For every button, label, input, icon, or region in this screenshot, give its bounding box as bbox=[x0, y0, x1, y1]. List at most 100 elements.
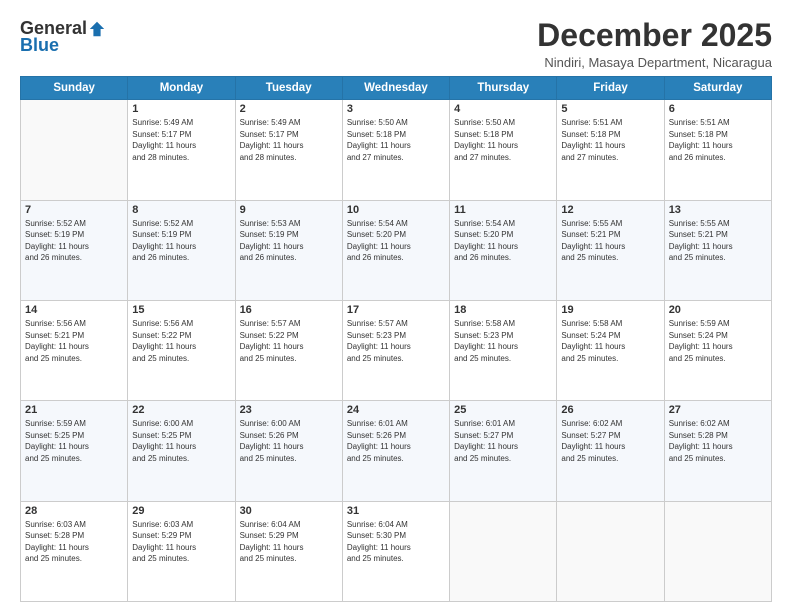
calendar-cell: 19Sunrise: 5:58 AMSunset: 5:24 PMDayligh… bbox=[557, 300, 664, 400]
day-header-saturday: Saturday bbox=[664, 77, 771, 100]
sun-info: Sunrise: 6:02 AMSunset: 5:27 PMDaylight:… bbox=[561, 418, 659, 464]
day-number: 5 bbox=[561, 103, 659, 115]
sun-info: Sunrise: 6:03 AMSunset: 5:29 PMDaylight:… bbox=[132, 519, 230, 565]
header: General Blue December 2025 Nindiri, Masa… bbox=[20, 18, 772, 70]
sun-info: Sunrise: 6:01 AMSunset: 5:26 PMDaylight:… bbox=[347, 418, 445, 464]
calendar: SundayMondayTuesdayWednesdayThursdayFrid… bbox=[20, 76, 772, 602]
day-number: 30 bbox=[240, 505, 338, 517]
page: General Blue December 2025 Nindiri, Masa… bbox=[0, 0, 792, 612]
calendar-cell: 9Sunrise: 5:53 AMSunset: 5:19 PMDaylight… bbox=[235, 200, 342, 300]
sun-info: Sunrise: 5:52 AMSunset: 5:19 PMDaylight:… bbox=[25, 218, 123, 264]
calendar-cell bbox=[664, 501, 771, 601]
calendar-cell: 8 Sunrise: 5:52 AMSunset: 5:19 PMDaylight… bbox=[128, 200, 235, 300]
sun-info: Sunrise: 5:51 AMSunset: 5:18 PMDaylight:… bbox=[669, 117, 767, 163]
sun-info: Sunrise: 5:51 AMSunset: 5:18 PMDaylight:… bbox=[561, 117, 659, 163]
day-number: 4 bbox=[454, 103, 552, 115]
calendar-cell: 26 Sunrise: 6:02 AMSunset: 5:27 PMDayligh… bbox=[557, 401, 664, 501]
calendar-header-row: SundayMondayTuesdayWednesdayThursdayFrid… bbox=[21, 77, 772, 100]
day-header-thursday: Thursday bbox=[450, 77, 557, 100]
calendar-cell: 3 Sunrise: 5:50 AMSunset: 5:18 PMDaylight… bbox=[342, 100, 449, 200]
calendar-cell: 20 Sunrise: 5:59 AMSunset: 5:24 PMDayligh… bbox=[664, 300, 771, 400]
sun-info: Sunrise: 5:57 AMSunset: 5:22 PMDaylight:… bbox=[240, 318, 338, 364]
day-header-sunday: Sunday bbox=[21, 77, 128, 100]
day-number: 26 bbox=[561, 404, 659, 416]
day-number: 13 bbox=[669, 204, 767, 216]
month-year: December 2025 bbox=[537, 18, 772, 53]
calendar-cell: 13Sunrise: 5:55 AMSunset: 5:21 PMDayligh… bbox=[664, 200, 771, 300]
sun-info: Sunrise: 6:00 AMSunset: 5:25 PMDaylight:… bbox=[132, 418, 230, 464]
calendar-cell: 6 Sunrise: 5:51 AMSunset: 5:18 PMDaylight… bbox=[664, 100, 771, 200]
sun-info: Sunrise: 5:52 AMSunset: 5:19 PMDaylight:… bbox=[132, 218, 230, 264]
calendar-week-1: 1 Sunrise: 5:49 AMSunset: 5:17 PMDaylight… bbox=[21, 100, 772, 200]
day-number: 27 bbox=[669, 404, 767, 416]
calendar-cell: 22 Sunrise: 6:00 AMSunset: 5:25 PMDayligh… bbox=[128, 401, 235, 501]
sun-info: Sunrise: 5:59 AMSunset: 5:25 PMDaylight:… bbox=[25, 418, 123, 464]
calendar-cell: 1 Sunrise: 5:49 AMSunset: 5:17 PMDaylight… bbox=[128, 100, 235, 200]
sun-info: Sunrise: 5:56 AMSunset: 5:22 PMDaylight:… bbox=[132, 318, 230, 364]
calendar-cell: 29 Sunrise: 6:03 AMSunset: 5:29 PMDayligh… bbox=[128, 501, 235, 601]
day-header-wednesday: Wednesday bbox=[342, 77, 449, 100]
sun-info: Sunrise: 6:03 AMSunset: 5:28 PMDaylight:… bbox=[25, 519, 123, 565]
day-number: 22 bbox=[132, 404, 230, 416]
day-number: 21 bbox=[25, 404, 123, 416]
day-number: 28 bbox=[25, 505, 123, 517]
calendar-week-3: 14 Sunrise: 5:56 AMSunset: 5:21 PMDayligh… bbox=[21, 300, 772, 400]
calendar-week-5: 28 Sunrise: 6:03 AMSunset: 5:28 PMDayligh… bbox=[21, 501, 772, 601]
day-number: 6 bbox=[669, 103, 767, 115]
day-number: 2 bbox=[240, 103, 338, 115]
day-number: 8 bbox=[132, 204, 230, 216]
calendar-cell: 7 Sunrise: 5:52 AMSunset: 5:19 PMDaylight… bbox=[21, 200, 128, 300]
calendar-cell bbox=[450, 501, 557, 601]
sun-info: Sunrise: 6:02 AMSunset: 5:28 PMDaylight:… bbox=[669, 418, 767, 464]
calendar-cell: 25 Sunrise: 6:01 AMSunset: 5:27 PMDayligh… bbox=[450, 401, 557, 501]
calendar-cell: 14 Sunrise: 5:56 AMSunset: 5:21 PMDayligh… bbox=[21, 300, 128, 400]
calendar-week-2: 7 Sunrise: 5:52 AMSunset: 5:19 PMDaylight… bbox=[21, 200, 772, 300]
day-header-monday: Monday bbox=[128, 77, 235, 100]
day-number: 1 bbox=[132, 103, 230, 115]
day-number: 12 bbox=[561, 204, 659, 216]
sun-info: Sunrise: 5:54 AMSunset: 5:20 PMDaylight:… bbox=[347, 218, 445, 264]
calendar-cell: 18Sunrise: 5:58 AMSunset: 5:23 PMDayligh… bbox=[450, 300, 557, 400]
sun-info: Sunrise: 5:55 AMSunset: 5:21 PMDaylight:… bbox=[561, 218, 659, 264]
sun-info: Sunrise: 6:00 AMSunset: 5:26 PMDaylight:… bbox=[240, 418, 338, 464]
calendar-cell: 11Sunrise: 5:54 AMSunset: 5:20 PMDayligh… bbox=[450, 200, 557, 300]
location: Nindiri, Masaya Department, Nicaragua bbox=[537, 55, 772, 70]
calendar-cell: 17Sunrise: 5:57 AMSunset: 5:23 PMDayligh… bbox=[342, 300, 449, 400]
sun-info: Sunrise: 6:01 AMSunset: 5:27 PMDaylight:… bbox=[454, 418, 552, 464]
day-header-tuesday: Tuesday bbox=[235, 77, 342, 100]
day-number: 14 bbox=[25, 304, 123, 316]
sun-info: Sunrise: 5:59 AMSunset: 5:24 PMDaylight:… bbox=[669, 318, 767, 364]
day-header-friday: Friday bbox=[557, 77, 664, 100]
calendar-cell: 21 Sunrise: 5:59 AMSunset: 5:25 PMDayligh… bbox=[21, 401, 128, 501]
calendar-cell: 15Sunrise: 5:56 AMSunset: 5:22 PMDayligh… bbox=[128, 300, 235, 400]
day-number: 25 bbox=[454, 404, 552, 416]
calendar-cell bbox=[557, 501, 664, 601]
logo-blue: Blue bbox=[20, 35, 59, 56]
day-number: 31 bbox=[347, 505, 445, 517]
calendar-cell: 10Sunrise: 5:54 AMSunset: 5:20 PMDayligh… bbox=[342, 200, 449, 300]
calendar-cell: 2Sunrise: 5:49 AMSunset: 5:17 PMDaylight… bbox=[235, 100, 342, 200]
logo-icon bbox=[88, 20, 106, 38]
sun-info: Sunrise: 5:50 AMSunset: 5:18 PMDaylight:… bbox=[454, 117, 552, 163]
calendar-cell: 24Sunrise: 6:01 AMSunset: 5:26 PMDayligh… bbox=[342, 401, 449, 501]
calendar-cell: 5 Sunrise: 5:51 AMSunset: 5:18 PMDaylight… bbox=[557, 100, 664, 200]
day-number: 7 bbox=[25, 204, 123, 216]
day-number: 29 bbox=[132, 505, 230, 517]
day-number: 11 bbox=[454, 204, 552, 216]
sun-info: Sunrise: 5:49 AMSunset: 5:17 PMDaylight:… bbox=[132, 117, 230, 163]
day-number: 23 bbox=[240, 404, 338, 416]
sun-info: Sunrise: 5:58 AMSunset: 5:24 PMDaylight:… bbox=[561, 318, 659, 364]
sun-info: Sunrise: 6:04 AMSunset: 5:30 PMDaylight:… bbox=[347, 519, 445, 565]
day-number: 3 bbox=[347, 103, 445, 115]
sun-info: Sunrise: 5:57 AMSunset: 5:23 PMDaylight:… bbox=[347, 318, 445, 364]
calendar-cell: 30Sunrise: 6:04 AMSunset: 5:29 PMDayligh… bbox=[235, 501, 342, 601]
day-number: 9 bbox=[240, 204, 338, 216]
calendar-cell bbox=[21, 100, 128, 200]
calendar-cell: 12 Sunrise: 5:55 AMSunset: 5:21 PMDayligh… bbox=[557, 200, 664, 300]
calendar-cell: 31 Sunrise: 6:04 AMSunset: 5:30 PMDayligh… bbox=[342, 501, 449, 601]
sun-info: Sunrise: 5:56 AMSunset: 5:21 PMDaylight:… bbox=[25, 318, 123, 364]
title-block: December 2025 Nindiri, Masaya Department… bbox=[537, 18, 772, 70]
sun-info: Sunrise: 5:50 AMSunset: 5:18 PMDaylight:… bbox=[347, 117, 445, 163]
day-number: 20 bbox=[669, 304, 767, 316]
calendar-week-4: 21 Sunrise: 5:59 AMSunset: 5:25 PMDayligh… bbox=[21, 401, 772, 501]
